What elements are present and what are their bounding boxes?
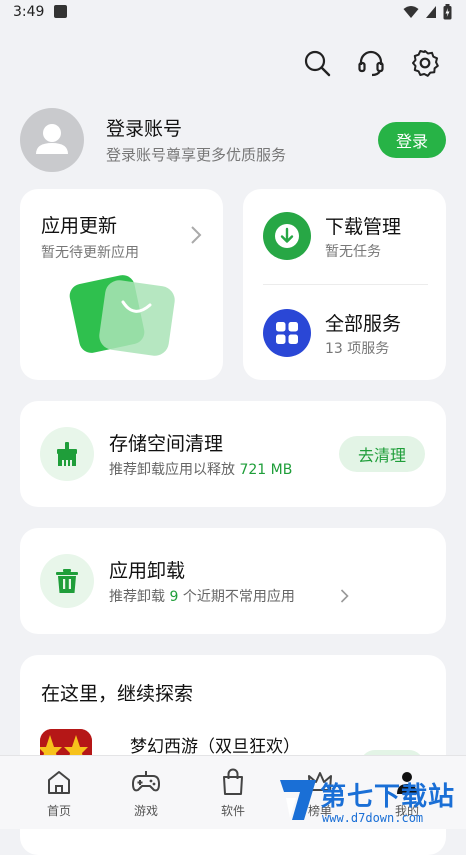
grid-icon bbox=[263, 309, 311, 357]
app-update-card[interactable]: 应用更新 暂无待更新应用 bbox=[20, 189, 223, 380]
nav-software-label: 软件 bbox=[220, 804, 245, 818]
nav-software[interactable]: 软件 bbox=[203, 766, 263, 819]
settings-button[interactable] bbox=[410, 48, 440, 78]
storage-size-value: 721 MB bbox=[239, 462, 293, 478]
clean-button[interactable]: 去清理 bbox=[339, 436, 425, 472]
storage-subtitle-text: 推荐卸载应用以释放 bbox=[109, 462, 240, 478]
storage-title: 存储空间清理 bbox=[109, 433, 224, 455]
watermark-logo-icon bbox=[280, 780, 316, 820]
broom-icon bbox=[40, 427, 94, 481]
nav-games[interactable]: 游戏 bbox=[116, 766, 176, 819]
app-update-title: 应用更新 bbox=[41, 215, 118, 237]
gamepad-icon bbox=[132, 771, 160, 792]
notification-icon bbox=[54, 5, 67, 18]
app-update-subtitle: 暂无待更新应用 bbox=[41, 245, 139, 261]
uninstall-subtitle-prefix: 推荐卸载 bbox=[109, 589, 170, 605]
account-title: 登录账号 bbox=[106, 118, 183, 140]
explore-title: 在这里，继续探索 bbox=[41, 683, 194, 705]
storage-cleanup-card[interactable]: 存储空间清理 推荐卸载应用以释放 721 MB 去清理 bbox=[20, 401, 446, 507]
account-subtitle: 登录账号尊享更多优质服务 bbox=[106, 146, 287, 164]
login-button[interactable]: 登录 bbox=[378, 122, 446, 158]
chevron-right-icon bbox=[340, 589, 349, 603]
uninstall-subtitle-suffix: 个近期不常用应用 bbox=[178, 589, 295, 605]
update-illustration bbox=[69, 275, 175, 356]
watermark: 第七下载站 www.d7down.com bbox=[272, 770, 466, 828]
app-uninstall-card[interactable]: 应用卸载 推荐卸载 9 个近期不常用应用 bbox=[20, 528, 446, 634]
nav-home[interactable]: 首页 bbox=[29, 766, 89, 819]
download-icon bbox=[263, 212, 311, 260]
trash-icon bbox=[40, 554, 94, 608]
search-icon bbox=[304, 50, 331, 77]
uninstall-subtitle: 推荐卸载 9 个近期不常用应用 bbox=[109, 586, 295, 606]
gear-icon bbox=[412, 50, 439, 77]
battery-icon bbox=[443, 4, 452, 20]
all-services[interactable]: 全部服务 13 项服务 bbox=[263, 307, 433, 357]
download-subtitle: 暂无任务 bbox=[325, 244, 381, 260]
chevron-right-icon bbox=[191, 226, 202, 244]
home-icon bbox=[48, 771, 70, 794]
avatar[interactable] bbox=[20, 108, 84, 172]
status-bar: 3:49 bbox=[0, 0, 466, 26]
all-services-subtitle: 13 项服务 bbox=[325, 341, 390, 357]
uninstall-title: 应用卸载 bbox=[109, 560, 186, 582]
game-name[interactable]: 梦幻西游（双旦狂欢） bbox=[130, 732, 300, 757]
services-card: 下载管理 暂无任务 全部服务 13 项服务 bbox=[243, 189, 446, 380]
account-section[interactable]: 登录账号 登录账号尊享更多优质服务 登录 bbox=[20, 108, 446, 174]
signal-icon bbox=[426, 6, 436, 18]
status-time: 3:49 bbox=[13, 4, 45, 20]
watermark-title: 第七下载站 bbox=[320, 782, 456, 812]
download-manager[interactable]: 下载管理 暂无任务 bbox=[263, 210, 433, 260]
shopping-bag-icon bbox=[223, 768, 243, 795]
download-title: 下载管理 bbox=[325, 216, 402, 238]
headset-icon bbox=[358, 50, 384, 77]
all-services-title: 全部服务 bbox=[325, 313, 402, 335]
person-icon bbox=[36, 124, 68, 154]
storage-subtitle: 推荐卸载应用以释放 721 MB bbox=[109, 459, 292, 479]
nav-home-label: 首页 bbox=[46, 804, 71, 818]
search-button[interactable] bbox=[302, 48, 332, 78]
divider bbox=[263, 284, 428, 285]
customer-service-button[interactable] bbox=[356, 48, 386, 78]
watermark-url: www.d7down.com bbox=[322, 811, 424, 825]
status-icons bbox=[403, 4, 452, 20]
wifi-icon bbox=[403, 6, 419, 18]
top-actions bbox=[302, 48, 440, 78]
nav-games-label: 游戏 bbox=[133, 804, 158, 818]
